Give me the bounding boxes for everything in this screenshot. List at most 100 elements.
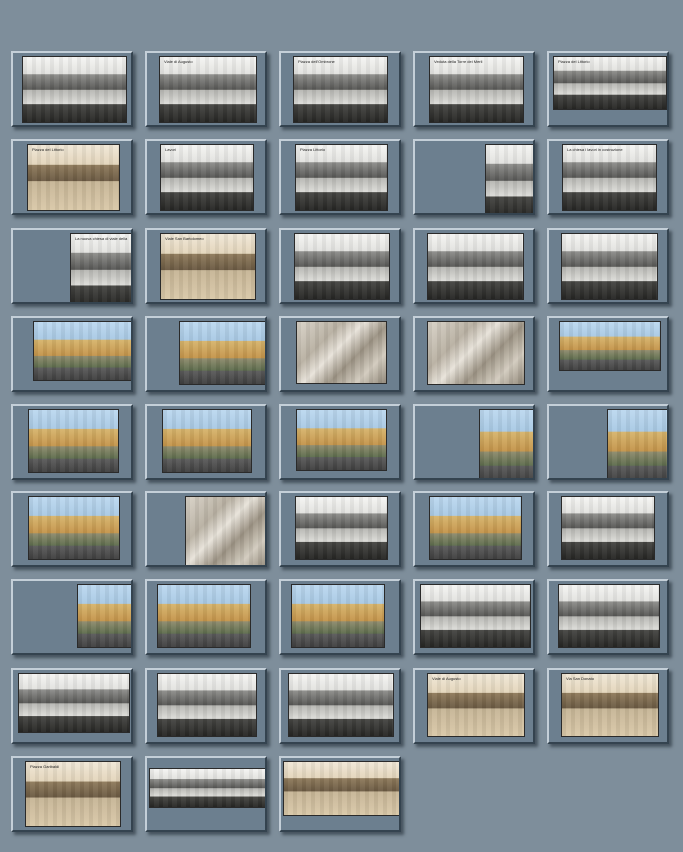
thumbnail-photo xyxy=(427,321,525,385)
thumbnail-title: Lavori xyxy=(165,147,176,152)
thumbnail-photo: La nuova chiesa di viale della Vittoria xyxy=(70,233,131,302)
thumbnail-37[interactable] xyxy=(145,668,267,744)
thumbnail-35[interactable] xyxy=(547,579,669,655)
thumbnail-5[interactable]: Piazza del Littorio xyxy=(547,51,669,127)
thumbnail-title: Viale San Bartolomeo xyxy=(165,236,204,241)
thumbnail-photo: Lavori xyxy=(160,144,254,211)
thumbnail-36[interactable] xyxy=(11,668,133,744)
thumbnail-photo xyxy=(288,673,394,737)
thumbnail-title: Piazza Littorio xyxy=(300,147,326,152)
thumbnail-33[interactable] xyxy=(279,579,401,655)
thumbnail-photo xyxy=(295,496,388,560)
thumbnail-title: La chiesa i lavori in costruzione xyxy=(567,147,623,152)
thumbnail-photo xyxy=(291,584,385,648)
thumbnail-title: Viale di Augusto xyxy=(164,59,193,64)
thumbnail-photo: Via San Donato xyxy=(561,673,659,737)
thumbnail-29[interactable] xyxy=(413,491,535,567)
thumbnail-photo xyxy=(283,761,399,816)
thumbnail-2[interactable]: Viale di Augusto xyxy=(145,51,267,127)
thumbnail-16[interactable] xyxy=(11,316,133,392)
thumbnail-photo xyxy=(179,321,265,385)
thumbnail-19[interactable] xyxy=(413,316,535,392)
thumbnail-12[interactable]: Viale San Bartolomeo xyxy=(145,228,267,304)
thumbnail-photo: Piazza del Littorio xyxy=(553,56,667,110)
thumbnail-gallery: Viale di Augusto Piazza dell'Ombrone Vedut… xyxy=(0,0,683,852)
thumbnail-1[interactable] xyxy=(11,51,133,127)
thumbnail-13[interactable] xyxy=(279,228,401,304)
thumbnail-photo xyxy=(607,409,667,478)
thumbnail-photo: Piazza dell'Ombrone xyxy=(293,56,388,123)
thumbnail-24[interactable] xyxy=(413,404,535,480)
thumbnail-photo xyxy=(185,496,265,565)
thumbnail-photo xyxy=(149,768,265,808)
thumbnail-photo xyxy=(18,673,130,733)
thumbnail-26[interactable] xyxy=(11,491,133,567)
thumbnail-3[interactable]: Piazza dell'Ombrone xyxy=(279,51,401,127)
thumbnail-14[interactable] xyxy=(413,228,535,304)
thumbnail-34[interactable] xyxy=(413,579,535,655)
thumbnail-photo: Veduta della Torre dei Merli xyxy=(429,56,524,123)
thumbnail-28[interactable] xyxy=(279,491,401,567)
thumbnail-7[interactable]: Lavori xyxy=(145,139,267,215)
thumbnail-43[interactable] xyxy=(279,756,401,832)
thumbnail-photo: Viale San Bartolomeo xyxy=(160,233,256,300)
thumbnail-25[interactable] xyxy=(547,404,669,480)
thumbnail-39[interactable]: Viale di Augusto xyxy=(413,668,535,744)
thumbnail-photo xyxy=(28,409,119,473)
thumbnail-32[interactable] xyxy=(145,579,267,655)
thumbnail-photo xyxy=(157,673,257,737)
thumbnail-10[interactable]: La chiesa i lavori in costruzione xyxy=(547,139,669,215)
thumbnail-31[interactable] xyxy=(11,579,133,655)
thumbnail-title: Via San Donato xyxy=(566,676,594,681)
thumbnail-photo xyxy=(561,233,658,300)
thumbnail-8[interactable]: Piazza Littorio xyxy=(279,139,401,215)
thumbnail-photo xyxy=(479,409,533,478)
thumbnail-18[interactable] xyxy=(279,316,401,392)
thumbnail-photo xyxy=(559,321,661,371)
thumbnail-photo: Piazza Garibaldi xyxy=(25,761,121,827)
thumbnail-title: Piazza dell'Ombrone xyxy=(298,59,335,64)
thumbnail-23[interactable] xyxy=(279,404,401,480)
thumbnail-photo xyxy=(77,584,131,648)
thumbnail-photo xyxy=(429,496,522,560)
thumbnail-photo: Viale di Augusto xyxy=(159,56,257,123)
thumbnail-4[interactable]: Veduta della Torre dei Merli xyxy=(413,51,535,127)
thumbnail-photo xyxy=(22,56,127,123)
thumbnail-photo xyxy=(28,496,120,560)
thumbnail-27[interactable] xyxy=(145,491,267,567)
thumbnail-title: Viale di Augusto xyxy=(432,676,461,681)
thumbnail-photo: Piazza Littorio xyxy=(295,144,388,211)
thumbnail-41[interactable]: Piazza Garibaldi xyxy=(11,756,133,832)
thumbnail-title: Piazza del Littorio xyxy=(32,147,64,152)
thumbnail-photo xyxy=(420,584,531,648)
thumbnail-15[interactable] xyxy=(547,228,669,304)
thumbnail-9[interactable] xyxy=(413,139,535,215)
thumbnail-40[interactable]: Via San Donato xyxy=(547,668,669,744)
thumbnail-17[interactable] xyxy=(145,316,267,392)
thumbnail-title: La nuova chiesa di viale della Vittoria xyxy=(75,236,128,241)
thumbnail-photo xyxy=(561,496,655,560)
thumbnail-photo xyxy=(294,233,390,300)
thumbnail-photo xyxy=(157,584,251,648)
thumbnail-photo xyxy=(558,584,660,648)
thumbnail-11[interactable]: La nuova chiesa di viale della Vittoria xyxy=(11,228,133,304)
thumbnail-photo xyxy=(427,233,524,300)
thumbnail-22[interactable] xyxy=(145,404,267,480)
thumbnail-title: Veduta della Torre dei Merli xyxy=(434,59,483,64)
thumbnail-photo: Viale di Augusto xyxy=(427,673,525,737)
thumbnail-42[interactable] xyxy=(145,756,267,832)
thumbnail-30[interactable] xyxy=(547,491,669,567)
thumbnail-6[interactable]: Piazza del Littorio xyxy=(11,139,133,215)
thumbnail-38[interactable] xyxy=(279,668,401,744)
thumbnail-title: Piazza del Littorio xyxy=(558,59,590,64)
thumbnail-photo xyxy=(296,321,387,384)
thumbnail-photo xyxy=(33,321,131,381)
thumbnail-photo xyxy=(162,409,252,473)
thumbnail-20[interactable] xyxy=(547,316,669,392)
thumbnail-title: Piazza Garibaldi xyxy=(30,764,60,769)
thumbnail-photo: Piazza del Littorio xyxy=(27,144,120,211)
thumbnail-photo: La chiesa i lavori in costruzione xyxy=(562,144,657,211)
thumbnail-photo xyxy=(296,409,387,471)
thumbnail-21[interactable] xyxy=(11,404,133,480)
thumbnail-photo xyxy=(485,144,533,213)
